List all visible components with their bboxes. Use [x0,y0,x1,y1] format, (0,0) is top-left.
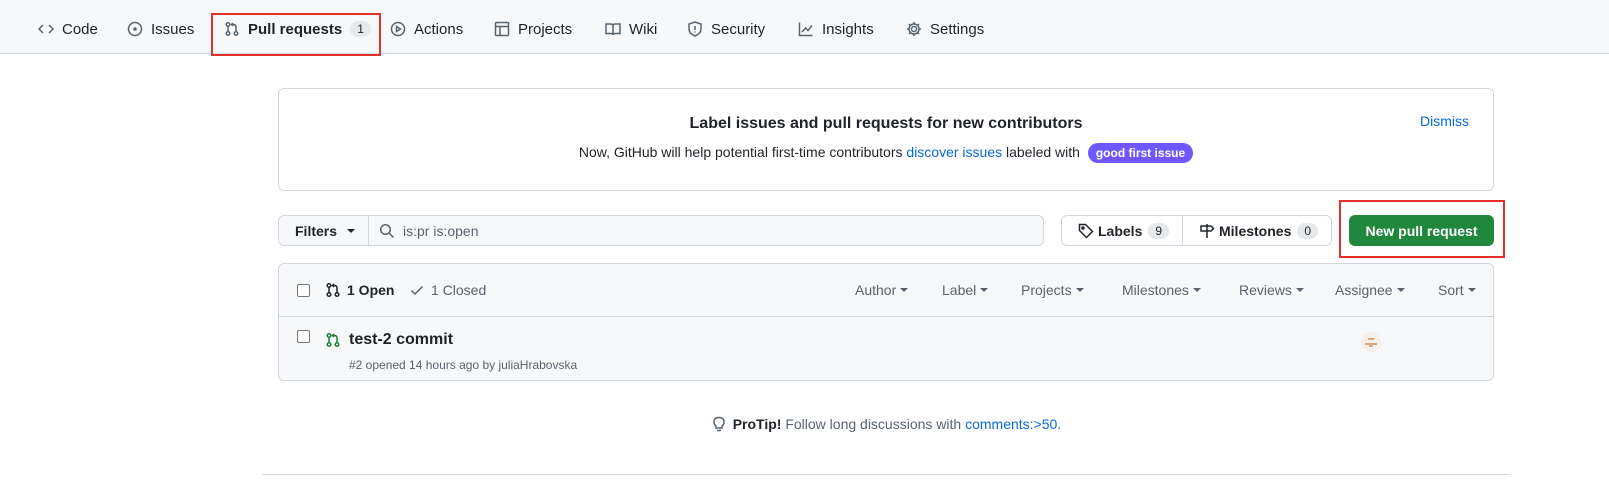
chevron-down-icon [1467,288,1476,292]
banner-title: Label issues and pull requests for new c… [689,115,1083,132]
git-pull-request-icon [326,332,340,348]
tab-wiki-label: Wiki [629,20,658,38]
row-checkbox[interactable] [297,330,310,343]
highlight-pull-requests-tab [211,13,381,56]
milestones-button[interactable]: Milestones 0 [1182,215,1332,246]
chevron-down-icon [900,288,909,292]
protip-end: . [1057,416,1062,432]
labels-counter: 9 [1148,222,1170,239]
filters-label: Filters [295,222,338,239]
assignee-filter-label: Assignee [1335,282,1393,298]
good-first-issue-label[interactable]: good first issue [1087,143,1194,163]
tab-wiki[interactable]: Wiki [601,12,661,46]
search-input[interactable] [403,222,1003,239]
search-field[interactable] [368,215,1044,246]
avatar[interactable] [1361,332,1381,352]
pull-request-title[interactable]: test-2 commit [349,331,453,349]
tab-actions[interactable]: Actions [386,12,467,46]
projects-filter-label: Projects [1021,282,1072,298]
list-item: test-2 commit #2 opened 14 hours ago by … [279,318,1493,380]
pull-request-list: 1 Open 1 Closed Author Label Projects Mi… [278,263,1494,381]
chevron-down-icon [1396,288,1405,292]
chevron-down-icon [1192,288,1201,292]
avatar-image [1365,338,1377,347]
list-header: 1 Open 1 Closed Author Label Projects Mi… [279,264,1493,317]
tab-projects-label: Projects [518,20,573,38]
banner-text-after: labeled with [1006,144,1080,160]
milestones-label: Milestones [1219,222,1292,239]
tag-icon [1078,223,1094,239]
tab-security-label: Security [711,20,766,38]
search-icon [379,223,395,238]
tab-issues-label: Issues [151,20,195,38]
tab-settings[interactable]: Settings [902,12,988,46]
gear-icon [907,22,921,36]
light-bulb-icon [713,416,725,432]
closed-filter[interactable]: 1 Closed [409,282,486,298]
tab-insights[interactable]: Insights [794,12,878,46]
tab-settings-label: Settings [930,20,985,38]
git-pull-request-icon [326,282,340,298]
comments-link[interactable]: comments:>50 [965,416,1057,432]
tab-code-label: Code [62,20,98,38]
milestone-icon [1200,223,1215,238]
book-icon [605,23,621,36]
author-filter[interactable]: Author [855,282,909,298]
projects-filter[interactable]: Projects [1021,282,1084,298]
code-icon [38,24,54,34]
shield-icon [688,21,702,37]
dismiss-button[interactable]: Dismiss [1420,113,1469,129]
chevron-down-icon [347,228,356,233]
closed-count: 1 Closed [431,282,487,298]
labels-label: Labels [1098,222,1143,239]
tab-insights-label: Insights [822,20,874,38]
table-icon [494,21,510,37]
tab-projects[interactable]: Projects [490,12,576,46]
protip: ProTip! Follow long discussions with com… [0,416,1609,432]
footer-divider [262,474,1510,475]
author-filter-label: Author [855,282,897,298]
tab-issues[interactable]: Issues [123,12,198,46]
tab-security[interactable]: Security [683,12,769,46]
sort-filter[interactable]: Sort [1438,282,1476,298]
filters-button[interactable]: Filters [278,215,369,246]
label-filter-label: Label [942,282,977,298]
highlight-new-pull-request [1339,200,1505,258]
pull-request-meta: #2 opened 14 hours ago by juliaHrabovska [349,358,578,372]
label-filter[interactable]: Label [942,282,989,298]
chevron-down-icon [980,288,989,292]
check-icon [410,285,424,296]
contributor-banner: Label issues and pull requests for new c… [278,88,1494,191]
labels-button[interactable]: Labels 9 [1061,215,1183,246]
play-icon [390,21,406,37]
tab-actions-label: Actions [414,20,464,38]
protip-text: Follow long discussions with [785,416,962,432]
banner-text: Now, GitHub will help potential first-ti… [578,144,903,160]
banner-body: Now, GitHub will help potential first-ti… [279,143,1493,163]
graph-icon [798,22,813,37]
milestones-filter[interactable]: Milestones [1122,282,1201,298]
tab-code[interactable]: Code [34,12,102,46]
milestones-counter: 0 [1297,222,1319,239]
protip-label: ProTip! [732,416,782,432]
open-count: 1 Open [347,282,395,298]
chevron-down-icon [1295,288,1304,292]
reviews-filter-label: Reviews [1239,282,1292,298]
issue-opened-icon [127,21,143,37]
assignee-filter[interactable]: Assignee [1335,282,1405,298]
reviews-filter[interactable]: Reviews [1239,282,1304,298]
milestones-filter-label: Milestones [1122,282,1189,298]
select-all-checkbox[interactable] [297,284,310,297]
discover-issues-link[interactable]: discover issues [906,144,1002,160]
sort-filter-label: Sort [1438,282,1464,298]
chevron-down-icon [1075,288,1084,292]
open-filter[interactable]: 1 Open [325,282,394,298]
